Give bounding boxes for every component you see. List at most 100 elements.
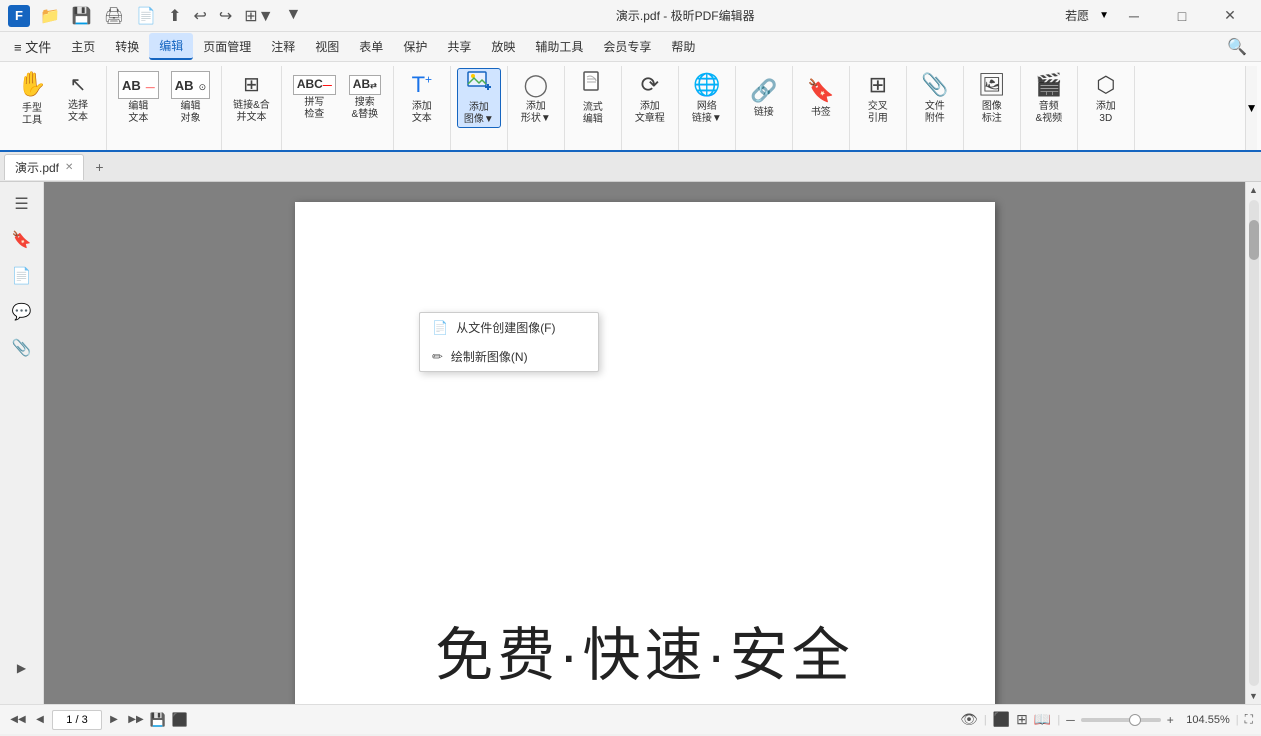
maximize-button[interactable]: □ — [1159, 2, 1205, 30]
book-page-icon[interactable]: 📖 — [1034, 711, 1051, 728]
menu-home[interactable]: 主页 — [61, 34, 105, 59]
sidebar-attach-icon[interactable]: 📎 — [6, 332, 38, 364]
file-attach-button[interactable]: 📎 文件附件 — [913, 68, 957, 128]
menu-file[interactable]: ≡ 文件 — [4, 33, 61, 60]
single-page-icon[interactable]: ⬛ — [993, 711, 1010, 728]
title-bar-icons: 📁 💾 🖨 📄 ⬆ ↩ ↪ ⊞▼ ▼ — [36, 4, 305, 28]
menu-edit[interactable]: 编辑 — [149, 33, 193, 60]
imagelabel-label: 图像标注 — [982, 101, 1002, 125]
dropdown-icon[interactable]: ⊞▼ — [240, 4, 277, 28]
bookmark-label: 书签 — [811, 107, 831, 119]
prev-page-button[interactable]: ◀ — [30, 710, 50, 730]
close-button[interactable]: ✕ — [1207, 2, 1253, 30]
save-small-icon[interactable]: 💾 — [68, 4, 96, 28]
eye-icon[interactable]: 👁 — [960, 711, 978, 728]
undo-icon[interactable]: ↩ — [189, 4, 210, 28]
more-icon[interactable]: ▼ — [282, 4, 306, 28]
title-text: 演示.pdf - 极昕PDF编辑器 — [616, 7, 755, 24]
zoom-thumb[interactable] — [1129, 714, 1141, 726]
pdf-tab[interactable]: 演示.pdf ✕ — [4, 154, 84, 180]
menu-pages[interactable]: 页面管理 — [193, 34, 261, 59]
menu-convert[interactable]: 转换 — [105, 34, 149, 59]
menu-annotate[interactable]: 注释 — [261, 34, 305, 59]
zoom-in-button[interactable]: + — [1167, 713, 1174, 727]
select-text-button[interactable]: ↖ 选择文本 — [56, 68, 100, 128]
scroll-track[interactable] — [1249, 200, 1259, 686]
image-label-button[interactable]: 🖼 图像标注 — [970, 68, 1014, 128]
menu-vip[interactable]: 会员专享 — [593, 34, 661, 59]
next-page-button[interactable]: ▶ — [104, 710, 124, 730]
grid-page-icon[interactable]: ⊞ — [1016, 711, 1028, 728]
sidebar-bookmark-icon[interactable]: 🔖 — [6, 224, 38, 256]
edit-text-icon: AB — [122, 78, 141, 93]
scroll-down-button[interactable]: ▼ — [1246, 688, 1261, 704]
sidebar-menu-icon[interactable]: ☰ — [6, 188, 38, 220]
sidebar-page-icon[interactable]: 📄 — [6, 260, 38, 292]
create-from-file-label: 从文件创建图像(F) — [456, 319, 555, 336]
redo-icon[interactable]: ↪ — [215, 4, 236, 28]
create-from-file-item[interactable]: 📄 从文件创建图像(F) — [420, 313, 598, 342]
menu-form[interactable]: 表单 — [349, 34, 393, 59]
page-input[interactable] — [52, 710, 102, 730]
sidebar-expand-arrow[interactable]: ▶ — [6, 652, 38, 684]
menu-tools[interactable]: 辅助工具 — [525, 34, 593, 59]
first-page-button[interactable]: ◀◀ — [8, 710, 28, 730]
menu-help[interactable]: 帮助 — [661, 34, 705, 59]
menu-view[interactable]: 视图 — [305, 34, 349, 59]
new-doc-icon[interactable]: 📄 — [132, 4, 160, 28]
stream-edit-button[interactable]: 流式编辑 — [571, 68, 615, 128]
hand-tool-button[interactable]: ✋ 手型工具 — [10, 68, 54, 128]
export-page-button[interactable]: ⬛ — [170, 710, 190, 730]
audio-video-button[interactable]: 🎬 音频&视频 — [1027, 68, 1071, 128]
pdf-page: 免费·快速·安全 — [295, 202, 995, 704]
add-shape-button[interactable]: ◯ 添加形状▼ — [514, 68, 558, 128]
spell-check-button[interactable]: ABC— 拼写检查 — [288, 68, 341, 128]
minimize-button[interactable]: ─ — [1111, 2, 1157, 30]
sidebar-comment-icon[interactable]: 💬 — [6, 296, 38, 328]
last-page-button[interactable]: ▶▶ — [126, 710, 146, 730]
save-page-button[interactable]: 💾 — [148, 710, 168, 730]
edit-text-button[interactable]: AB — 编辑文本 — [113, 68, 164, 128]
zoom-slider[interactable] — [1081, 718, 1161, 722]
tab-add-button[interactable]: + — [88, 156, 110, 178]
link-button[interactable]: 🔗 链接 — [742, 68, 786, 128]
ribbon-buttons-3d: ⬡ 添加3D — [1084, 66, 1128, 150]
add-image-button[interactable]: 添加图像▼ — [457, 68, 501, 128]
upload-icon[interactable]: ⬆ — [164, 4, 185, 28]
link-label: 链接 — [754, 107, 774, 119]
network-label: 网络链接▼ — [692, 101, 722, 125]
add-3d-button[interactable]: ⬡ 添加3D — [1084, 68, 1128, 128]
network-link-button[interactable]: 🌐 网络链接▼ — [685, 68, 729, 128]
cross-ref-button[interactable]: ⊞ 交叉引用 — [856, 68, 900, 128]
fullscreen-button[interactable]: ⛶ — [1245, 712, 1253, 727]
stream-label: 流式编辑 — [583, 102, 603, 126]
user-dropdown-icon[interactable]: ▼ — [1099, 10, 1109, 21]
av-icon: 🎬 — [1035, 71, 1062, 100]
app-logo[interactable]: F — [8, 5, 30, 27]
select-label: 选择文本 — [68, 100, 88, 124]
draw-new-image-item[interactable]: ✏ 绘制新图像(N) — [420, 342, 598, 371]
user-label[interactable]: 若愿 — [1065, 7, 1089, 24]
menu-protect[interactable]: 保护 — [393, 34, 437, 59]
edit-object-button[interactable]: AB ⊙ 编辑对象 — [166, 68, 215, 128]
search-replace-button[interactable]: AB⇄ 搜索&替换 — [343, 68, 387, 128]
tab-bar: 演示.pdf ✕ + — [0, 152, 1261, 182]
menu-slideshow[interactable]: 放映 — [481, 34, 525, 59]
menu-share[interactable]: 共享 — [437, 34, 481, 59]
add-text-label: 添加文本 — [412, 101, 432, 125]
scroll-up-button[interactable]: ▲ — [1246, 182, 1261, 198]
tab-close-button[interactable]: ✕ — [65, 162, 73, 173]
search-button[interactable]: 🔍 — [1217, 33, 1257, 61]
add-text-button[interactable]: T+ 添加文本 — [400, 68, 444, 128]
add-article-button[interactable]: ⟳ 添加文章程 — [628, 68, 672, 128]
open-icon[interactable]: 📁 — [36, 4, 64, 28]
status-bar: ◀◀ ◀ ▶ ▶▶ 💾 ⬛ 👁 | ⬛ ⊞ 📖 | ─ + 104.55% | … — [0, 704, 1261, 734]
scroll-thumb[interactable] — [1249, 220, 1259, 260]
print-icon[interactable]: 🖨 — [100, 4, 128, 28]
add-image-label: 添加图像▼ — [464, 102, 494, 126]
crossref-icon: ⊞ — [869, 71, 887, 100]
link-merge-button[interactable]: ⊞ 链接&合并文本 — [228, 68, 275, 128]
bookmark-button[interactable]: 🔖 书签 — [799, 68, 843, 128]
ribbon-scroll-right[interactable]: ▼ — [1245, 66, 1257, 150]
zoom-out-button[interactable]: ─ — [1066, 713, 1075, 727]
